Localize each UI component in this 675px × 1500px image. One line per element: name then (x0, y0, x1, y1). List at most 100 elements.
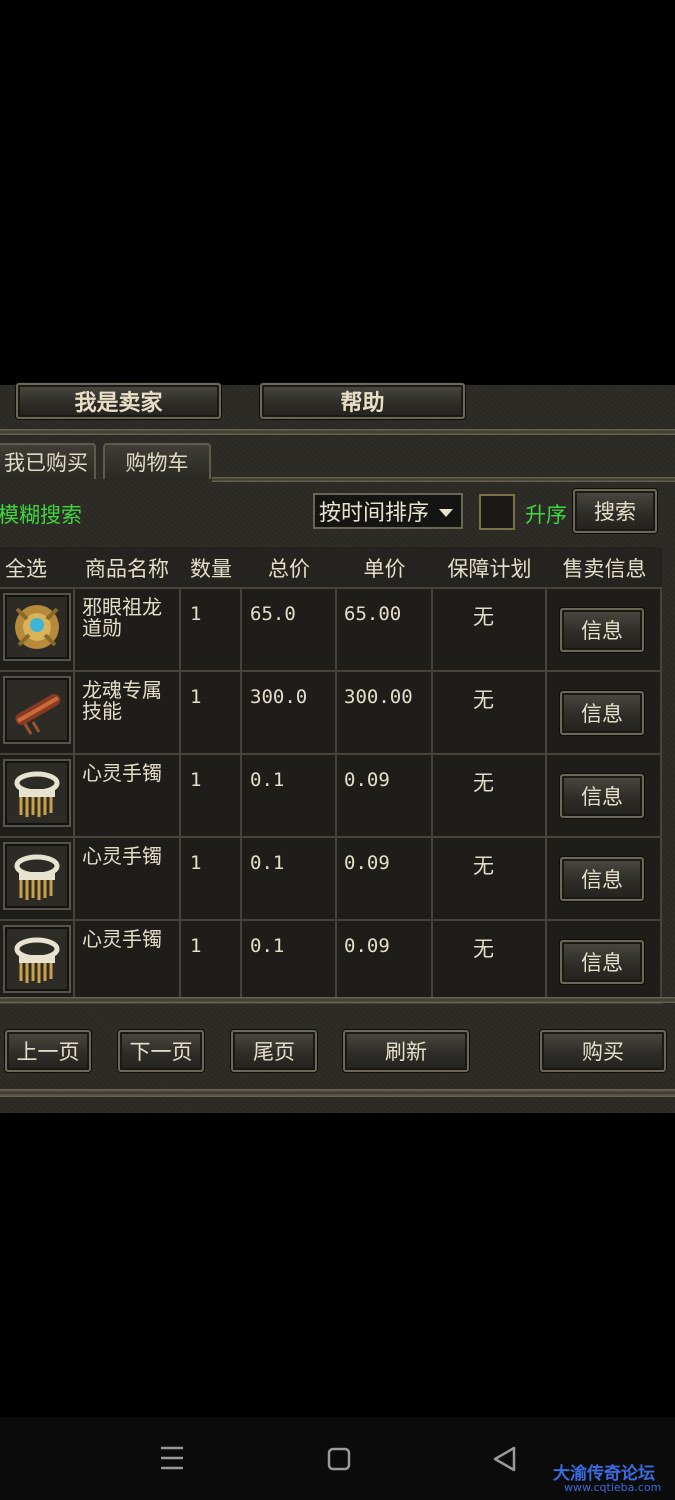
ascending-checkbox[interactable] (479, 494, 515, 530)
info-button-label: 信息 (581, 702, 623, 726)
home-icon[interactable] (327, 1447, 351, 1471)
divider-bar (0, 429, 675, 435)
tab-cart[interactable]: 购物车 (103, 443, 211, 479)
header-sale-info: 售卖信息 (562, 557, 647, 581)
item-name: 邪眼祖龙道勋 (82, 595, 162, 640)
item-guarantee: 无 (473, 937, 494, 961)
menu-icon[interactable] (159, 1444, 185, 1472)
row-icon-cell (0, 755, 75, 838)
row-unit-cell: 0.09 (337, 755, 433, 838)
help-button[interactable]: 帮助 (260, 383, 465, 419)
search-button-label: 搜索 (594, 500, 636, 524)
item-guarantee: 无 (473, 688, 494, 712)
item-unit-price: 0.09 (344, 769, 390, 791)
golden-amulet-icon (3, 593, 71, 661)
info-button-label: 信息 (581, 785, 623, 809)
info-button[interactable]: 信息 (560, 857, 644, 901)
item-name: 龙魂专属技能 (82, 678, 162, 723)
next-page-button[interactable]: 下一页 (118, 1030, 204, 1072)
tab-purchased[interactable]: 我已购买 (0, 443, 96, 479)
fuzzy-search-label[interactable]: 模糊搜索 (0, 499, 82, 529)
item-name: 心灵手镯 (82, 761, 162, 785)
item-unit-price: 0.09 (344, 935, 390, 957)
header-unit: 单价 (363, 557, 406, 581)
row-guarantee-cell: 无 (433, 838, 547, 921)
table-row[interactable]: 心灵手镯 1 0.1 0.09 无 信息 (0, 921, 662, 1004)
header-guarantee: 保障计划 (447, 557, 532, 581)
next-page-label: 下一页 (129, 1040, 193, 1064)
sort-dropdown[interactable]: 按时间排序 (313, 493, 463, 529)
row-total-cell: 0.1 (242, 838, 337, 921)
divider-bar (0, 997, 675, 1003)
row-unit-cell: 300.00 (337, 672, 433, 755)
sort-dropdown-value: 按时间排序 (319, 501, 430, 526)
search-button[interactable]: 搜索 (573, 489, 657, 533)
watermark-url: www.cqtieba.com (564, 1481, 662, 1494)
info-button-label: 信息 (581, 619, 623, 643)
refresh-label: 刷新 (385, 1040, 427, 1064)
item-qty: 1 (190, 769, 202, 791)
table-row[interactable]: 心灵手镯 1 0.1 0.09 无 信息 (0, 838, 662, 921)
item-qty: 1 (190, 852, 202, 874)
ascending-label: 升序 (525, 503, 567, 527)
item-total: 0.1 (250, 935, 285, 957)
info-button[interactable]: 信息 (560, 774, 644, 818)
row-qty-cell: 1 (181, 589, 242, 672)
item-guarantee: 无 (473, 854, 494, 878)
header-name: 商品名称 (85, 557, 169, 581)
info-button[interactable]: 信息 (560, 608, 644, 652)
help-button-label: 帮助 (340, 391, 385, 416)
item-unit-price: 300.00 (344, 686, 413, 708)
row-guarantee-cell: 无 (433, 921, 547, 1004)
table-row[interactable]: 龙魂专属技能 1 300.0 300.00 无 信息 (0, 672, 662, 755)
info-button[interactable]: 信息 (560, 691, 644, 735)
item-qty: 1 (190, 686, 202, 708)
bracelet-icon (3, 842, 71, 910)
row-qty-cell: 1 (181, 755, 242, 838)
bottom-border (0, 1089, 675, 1097)
row-qty-cell: 1 (181, 921, 242, 1004)
item-total: 65.0 (250, 603, 296, 625)
row-total-cell: 300.0 (242, 672, 337, 755)
back-icon[interactable] (492, 1446, 516, 1472)
info-button-label: 信息 (581, 868, 623, 892)
item-total: 0.1 (250, 769, 285, 791)
tab-underline (212, 477, 675, 482)
refresh-button[interactable]: 刷新 (343, 1030, 469, 1072)
row-qty-cell: 1 (181, 672, 242, 755)
scroll-icon (3, 676, 71, 744)
row-qty-cell: 1 (181, 838, 242, 921)
prev-page-label: 上一页 (16, 1040, 80, 1064)
item-qty: 1 (190, 935, 202, 957)
chevron-down-icon (439, 509, 453, 517)
last-page-button[interactable]: 尾页 (231, 1030, 317, 1072)
market-panel: 我是卖家 帮助 我已购买 购物车 模糊搜索 按时间排序 升序 搜索 全选 商品名… (0, 383, 675, 1113)
table-row[interactable]: 心灵手镯 1 0.1 0.09 无 信息 (0, 755, 662, 838)
select-all-header[interactable]: 全选 (0, 547, 52, 589)
last-page-label: 尾页 (253, 1040, 295, 1064)
tab-purchased-label: 我已购买 (4, 451, 88, 475)
row-total-cell: 0.1 (242, 755, 337, 838)
header-total: 总价 (268, 557, 310, 581)
buy-button[interactable]: 购买 (540, 1030, 666, 1072)
bracelet-icon (3, 925, 71, 993)
header-qty: 数量 (190, 557, 232, 581)
prev-page-button[interactable]: 上一页 (5, 1030, 91, 1072)
item-guarantee: 无 (473, 771, 494, 795)
row-icon-cell (0, 838, 75, 921)
row-icon-cell (0, 672, 75, 755)
item-total: 300.0 (250, 686, 308, 708)
item-total: 0.1 (250, 852, 285, 874)
tab-cart-label: 购物车 (125, 451, 189, 475)
row-guarantee-cell: 无 (433, 672, 547, 755)
item-guarantee: 无 (473, 605, 494, 629)
item-name: 心灵手镯 (82, 844, 162, 868)
row-total-cell: 0.1 (242, 921, 337, 1004)
info-button[interactable]: 信息 (560, 940, 644, 984)
seller-button[interactable]: 我是卖家 (16, 383, 221, 419)
buy-label: 购买 (582, 1040, 624, 1064)
bracelet-icon (3, 759, 71, 827)
row-unit-cell: 65.00 (337, 589, 433, 672)
row-unit-cell: 0.09 (337, 921, 433, 1004)
table-row[interactable]: 邪眼祖龙道勋 1 65.0 65.00 无 信息 (0, 589, 662, 672)
